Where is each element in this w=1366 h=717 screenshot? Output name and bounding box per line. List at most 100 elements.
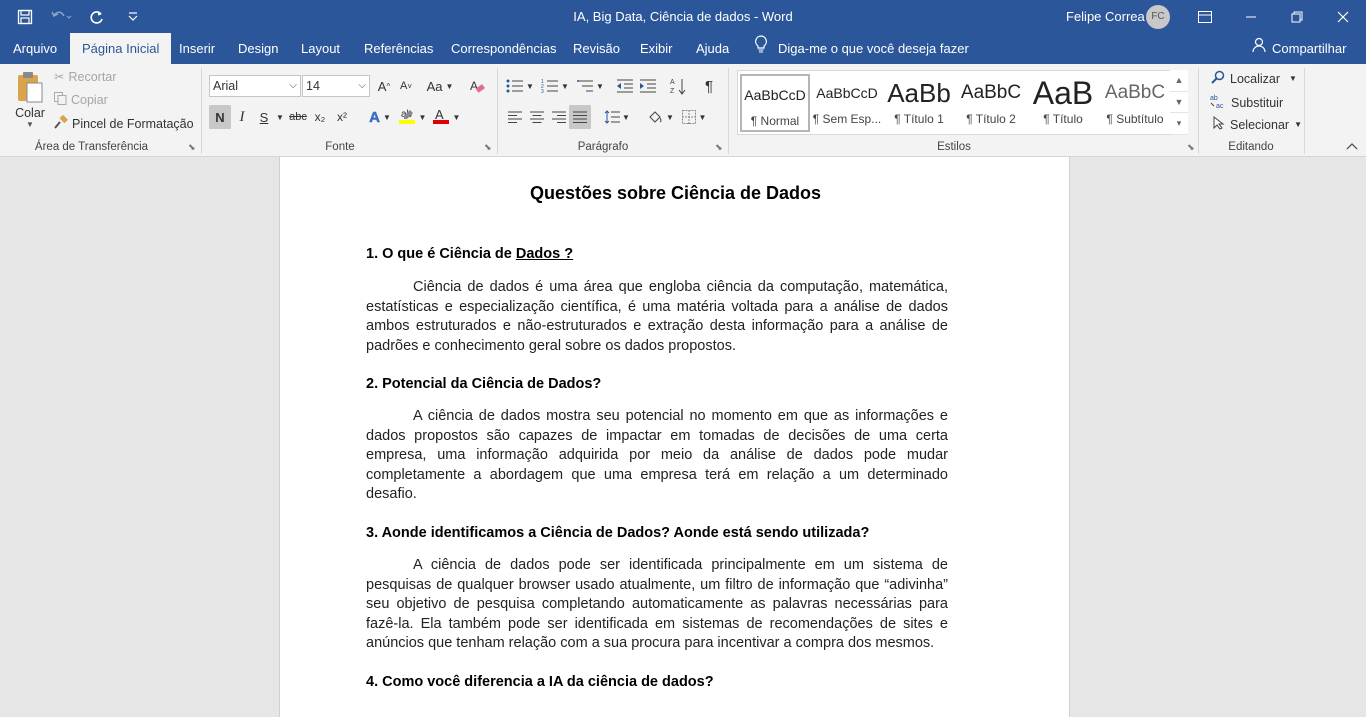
font-size-combo[interactable]: 14 ⌵ bbox=[302, 75, 370, 97]
bold-button[interactable]: N bbox=[209, 105, 231, 129]
copy-icon bbox=[54, 92, 67, 108]
select-label: Selecionar bbox=[1230, 117, 1290, 132]
close-icon[interactable] bbox=[1320, 0, 1366, 33]
group-separator bbox=[1304, 68, 1305, 154]
subscript-button[interactable]: x₂ bbox=[310, 105, 330, 129]
font-name-combo[interactable]: Arial ⌵ bbox=[209, 75, 301, 97]
save-icon[interactable] bbox=[14, 6, 36, 28]
decrease-indent-icon[interactable] bbox=[614, 74, 636, 98]
search-icon bbox=[1211, 70, 1225, 87]
clear-formatting-icon[interactable]: A bbox=[466, 74, 488, 98]
tab-layout[interactable]: Layout bbox=[289, 33, 352, 64]
style-title[interactable]: AaB ¶ Título bbox=[1028, 74, 1098, 132]
style-preview: AaBb bbox=[887, 77, 951, 108]
document-page[interactable]: Questões sobre Ciência de Dados 1. O que… bbox=[279, 157, 1070, 717]
strikethrough-button[interactable]: abc bbox=[287, 105, 309, 129]
sort-icon[interactable]: AZ bbox=[667, 74, 689, 98]
chevron-down-icon[interactable]: ▼ bbox=[1170, 91, 1188, 114]
minimize-icon[interactable] bbox=[1228, 0, 1274, 33]
tab-referencias[interactable]: Referências bbox=[352, 33, 445, 64]
highlight-button[interactable]: ab ▼ bbox=[396, 105, 428, 129]
font-group-label: Fonte bbox=[325, 141, 355, 153]
show-formatting-marks-icon[interactable]: ¶ bbox=[698, 74, 720, 98]
increase-indent-icon[interactable] bbox=[637, 74, 659, 98]
find-button[interactable]: Localizar ▼ bbox=[1211, 70, 1297, 87]
case-label: Aa bbox=[426, 78, 443, 94]
tell-me-search[interactable]: Diga-me o que você deseja fazer bbox=[754, 33, 969, 64]
borders-button[interactable]: ▼ bbox=[678, 105, 710, 129]
superscript-button[interactable]: x² bbox=[332, 105, 352, 129]
style-heading-1[interactable]: AaBb ¶ Título 1 bbox=[884, 74, 954, 132]
tab-pagina-inicial[interactable]: Página Inicial bbox=[70, 33, 172, 64]
tab-exibir[interactable]: Exibir bbox=[628, 33, 685, 64]
user-name[interactable]: Felipe Correa bbox=[1066, 0, 1145, 33]
editing-group-label: Editando bbox=[1228, 141, 1274, 153]
styles-gallery: AaBbCcD ¶ Normal AaBbCcD ¶ Sem Esp... Aa… bbox=[737, 70, 1188, 135]
undo-icon[interactable] bbox=[50, 6, 72, 28]
style-no-spacing[interactable]: AaBbCcD ¶ Sem Esp... bbox=[812, 74, 882, 132]
highlighter-icon: ab bbox=[398, 107, 416, 128]
question-2: 2. Potencial da Ciência de Dados? bbox=[366, 376, 602, 392]
style-subtitle[interactable]: AaBbC ¶ Subtítulo bbox=[1100, 74, 1170, 132]
question-1-underlined: Dados ? bbox=[515, 246, 574, 262]
replace-label: Substituir bbox=[1231, 95, 1284, 110]
paragraph-group-label: Parágrafo bbox=[577, 141, 629, 153]
styles-launcher-icon[interactable]: ⬊ bbox=[1187, 142, 1195, 153]
text-effects-button[interactable]: A ▼ bbox=[364, 105, 396, 129]
paste-label: Colar bbox=[15, 106, 45, 120]
document-canvas[interactable]: Questões sobre Ciência de Dados 1. O que… bbox=[0, 157, 1366, 717]
cut-button[interactable]: ✂ Recortar bbox=[54, 69, 116, 85]
tab-correspondencias[interactable]: Correspondências bbox=[439, 33, 569, 64]
font-color-button[interactable]: A ▼ bbox=[430, 105, 462, 129]
line-spacing-button[interactable]: ▼ bbox=[602, 105, 632, 129]
style-label: ¶ Título bbox=[1043, 112, 1083, 126]
copy-button[interactable]: Copiar bbox=[54, 92, 108, 108]
shading-button[interactable]: ▼ bbox=[644, 105, 676, 129]
multilevel-list-button[interactable]: ▼ bbox=[575, 74, 605, 98]
tab-inserir[interactable]: Inserir bbox=[167, 33, 227, 64]
select-button[interactable]: Selecionar ▼ bbox=[1213, 115, 1302, 133]
align-right-icon[interactable] bbox=[549, 105, 569, 129]
font-launcher-icon[interactable]: ⬊ bbox=[484, 142, 492, 153]
bullets-button[interactable]: ▼ bbox=[505, 74, 535, 98]
tab-design[interactable]: Design bbox=[226, 33, 290, 64]
style-heading-2[interactable]: AaBbC ¶ Título 2 bbox=[956, 74, 1026, 132]
styles-group-label: Estilos bbox=[937, 141, 971, 153]
change-case-button[interactable]: Aa ▼ bbox=[424, 74, 456, 98]
customize-toolbar-icon[interactable] bbox=[122, 6, 144, 28]
align-left-icon[interactable] bbox=[505, 105, 525, 129]
justify-icon[interactable] bbox=[569, 105, 591, 129]
tab-revisao[interactable]: Revisão bbox=[561, 33, 632, 64]
ribbon-display-options-icon[interactable] bbox=[1182, 0, 1228, 33]
svg-text:ab: ab bbox=[1210, 95, 1218, 102]
clipboard-launcher-icon[interactable]: ⬊ bbox=[188, 142, 196, 153]
grow-font-icon[interactable]: A ^ bbox=[374, 74, 394, 98]
numbering-button[interactable]: 123 ▼ bbox=[540, 74, 570, 98]
underline-dropdown-icon[interactable]: ▼ bbox=[274, 105, 286, 129]
shrink-font-icon[interactable]: A ˅ bbox=[396, 74, 416, 98]
collapse-ribbon-icon[interactable] bbox=[1346, 142, 1358, 150]
style-label: ¶ Título 1 bbox=[894, 112, 944, 126]
avatar[interactable]: FC bbox=[1146, 5, 1170, 29]
share-button[interactable]: Compartilhar bbox=[1252, 33, 1346, 64]
style-label: ¶ Subtítulo bbox=[1106, 112, 1164, 126]
format-painter-button[interactable]: Pincel de Formatação bbox=[54, 114, 194, 132]
chevron-down-icon: ▼ bbox=[1294, 120, 1302, 129]
replace-button[interactable]: ab ac Substituir bbox=[1210, 93, 1283, 112]
paragraph-launcher-icon[interactable]: ⬊ bbox=[715, 142, 723, 153]
italic-button[interactable]: I bbox=[232, 105, 252, 129]
svg-text:Z: Z bbox=[670, 88, 675, 95]
tab-arquivo[interactable]: Arquivo bbox=[1, 33, 69, 64]
style-label: ¶ Normal bbox=[750, 114, 800, 128]
tab-ajuda[interactable]: Ajuda bbox=[684, 33, 741, 64]
align-center-icon[interactable] bbox=[527, 105, 547, 129]
more-styles-icon[interactable]: ▾ bbox=[1170, 113, 1188, 136]
style-normal[interactable]: AaBbCcD ¶ Normal bbox=[740, 74, 810, 132]
paste-dropdown-icon[interactable]: ▼ bbox=[26, 120, 34, 129]
redo-icon[interactable] bbox=[86, 6, 108, 28]
chevron-up-icon[interactable]: ▲ bbox=[1170, 70, 1188, 92]
restore-icon[interactable] bbox=[1274, 0, 1320, 33]
format-painter-label: Pincel de Formatação bbox=[72, 116, 194, 131]
underline-button[interactable]: S bbox=[254, 105, 274, 129]
paste-button[interactable]: Colar ▼ bbox=[12, 70, 48, 129]
